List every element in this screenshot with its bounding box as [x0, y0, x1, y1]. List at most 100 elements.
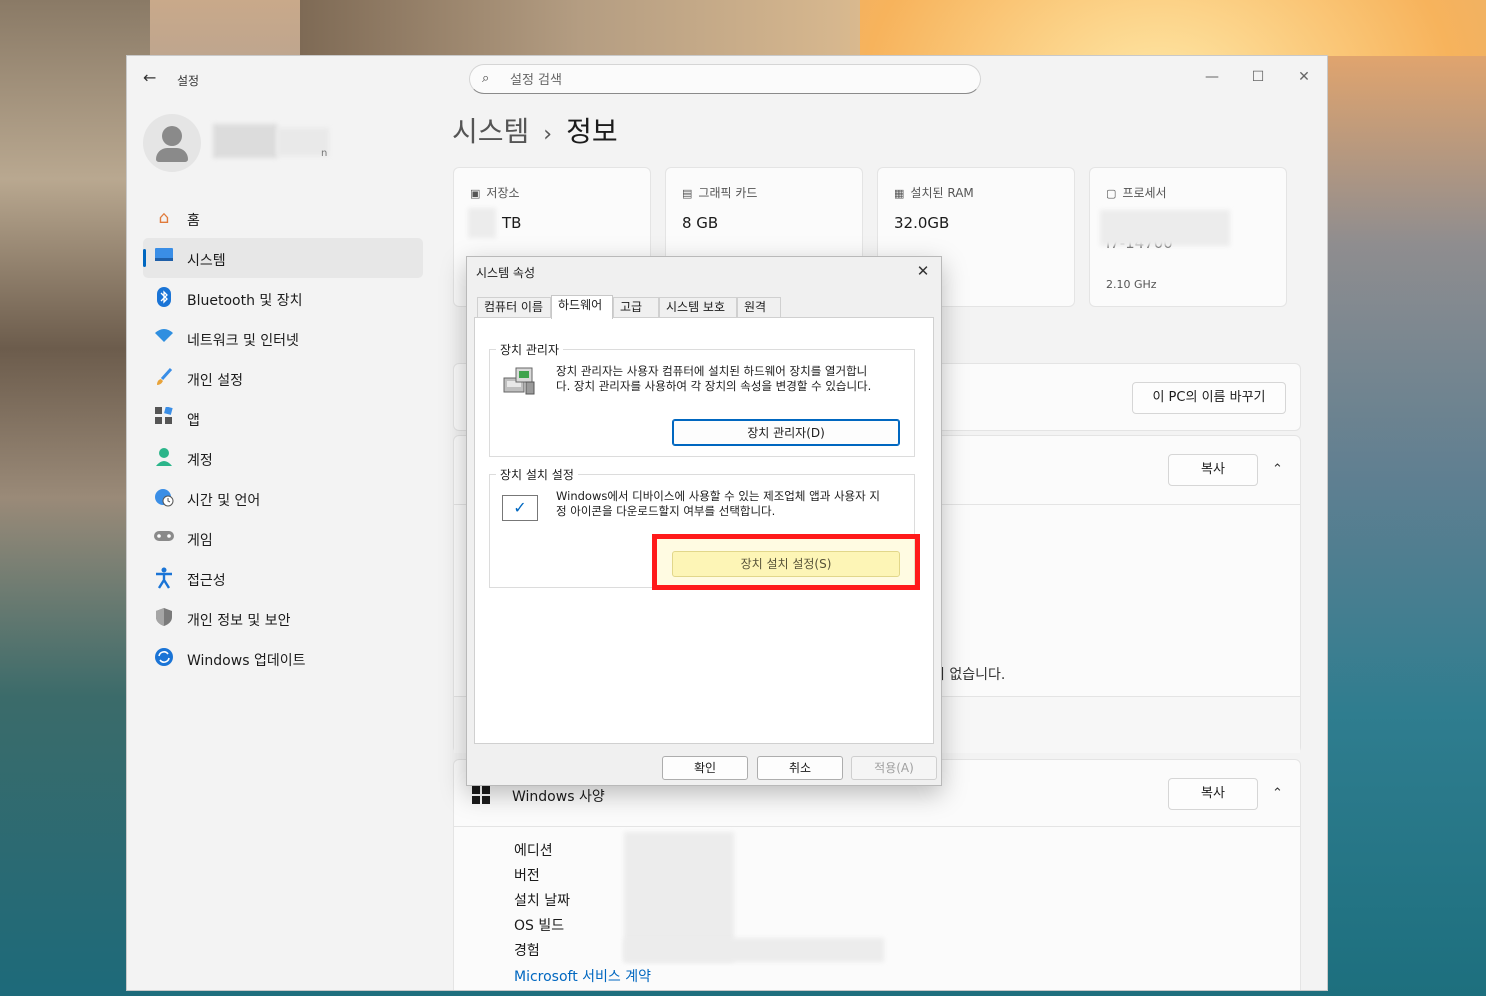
app-title: 설정: [177, 74, 200, 88]
wallpaper-rocks: [300, 0, 860, 56]
sidebar-item-label: 앱: [187, 413, 200, 429]
cpu-icon: ▢: [1106, 187, 1117, 200]
group-title: 장치 관리자: [496, 341, 564, 358]
breadcrumb-separator: ›: [543, 122, 553, 147]
sidebar-item-apps[interactable]: 앱: [143, 398, 423, 438]
gpu-icon: ▤: [682, 187, 693, 200]
storage-icon: ▣: [470, 187, 481, 200]
tab-computer-name[interactable]: 컴퓨터 이름: [477, 297, 551, 317]
search-icon: ⌕: [482, 71, 490, 86]
search-input[interactable]: [508, 69, 952, 91]
chevron-up-icon[interactable]: ⌃: [1272, 786, 1283, 801]
sidebar-item-windows-update[interactable]: Windows 업데이트: [143, 638, 423, 678]
accessibility-icon: [153, 567, 175, 589]
close-window-button[interactable]: ✕: [1281, 62, 1327, 92]
group-title: 장치 설치 설정: [496, 466, 578, 483]
sidebar-item-accounts[interactable]: 계정: [143, 438, 423, 478]
brush-icon: [153, 367, 175, 389]
maximize-button[interactable]: ☐: [1235, 62, 1281, 92]
copy-button[interactable]: 복사: [1168, 454, 1258, 486]
tab-advanced[interactable]: 고급: [613, 297, 659, 317]
apply-button[interactable]: 적용(A): [851, 756, 937, 780]
profile-name-suffix: n: [321, 148, 328, 159]
sidebar-item-label: Bluetooth 및 장치: [187, 293, 303, 309]
sidebar-item-network[interactable]: 네트워크 및 인터넷: [143, 318, 423, 358]
sidebar-item-label: 네트워크 및 인터넷: [187, 333, 299, 349]
sidebar-item-label: 시간 및 언어: [187, 493, 261, 509]
shield-icon: [153, 607, 175, 629]
card-label: 설치된 RAM: [910, 186, 974, 200]
card-label: 프로세서: [1122, 186, 1167, 200]
redacted-username: [213, 124, 277, 158]
globe-clock-icon: [153, 487, 175, 509]
person-icon: [162, 126, 182, 146]
ram-icon: ▦: [894, 187, 905, 200]
dialog-close-button[interactable]: ✕: [909, 259, 937, 283]
tab-system-protection[interactable]: 시스템 보호: [659, 297, 737, 317]
sidebar-item-bluetooth[interactable]: Bluetooth 및 장치: [143, 278, 423, 318]
copy-windows-spec-button[interactable]: 복사: [1168, 778, 1258, 810]
sidebar-item-label: 홈: [187, 213, 200, 229]
breadcrumb-parent[interactable]: 시스템: [452, 115, 529, 148]
sidebar-item-label: 개인 정보 및 보안: [187, 613, 291, 629]
highlight-annotation: [652, 534, 920, 590]
cancel-button[interactable]: 취소: [757, 756, 843, 780]
device-manager-group: 장치 관리자 장치 관리자는 사용자 컴퓨터에 설치된 하드웨어 장치를 열거합…: [489, 341, 915, 457]
tab-remote[interactable]: 원격: [737, 297, 781, 317]
home-icon: ⌂: [158, 208, 170, 228]
sidebar-item-accessibility[interactable]: 접근성: [143, 558, 423, 598]
bluetooth-icon: [153, 287, 175, 309]
tab-hardware[interactable]: 하드웨어: [551, 295, 613, 319]
pen-touch-text: 이 없습니다.: [932, 667, 1006, 683]
windows-logo-icon: [472, 786, 490, 808]
rename-pc-button[interactable]: 이 PC의 이름 바꾸기: [1132, 382, 1286, 414]
spec-edition-label: 에디션: [514, 843, 553, 859]
spec-experience-label: 경험: [514, 943, 540, 959]
device-manager-icon: [502, 366, 536, 396]
sidebar-item-label: 시스템: [187, 253, 226, 269]
card-label: 그래픽 카드: [698, 186, 758, 200]
card-value: 8 GB: [682, 214, 719, 232]
sidebar-item-label: 계정: [187, 453, 213, 469]
sidebar-item-home[interactable]: ⌂ 홈: [143, 198, 423, 238]
spec-install-date-label: 설치 날짜: [514, 893, 570, 909]
system-properties-dialog: 시스템 속성 ✕ 컴퓨터 이름 하드웨어 고급 시스템 보호 원격 장치 관리자…: [466, 256, 942, 786]
sidebar-item-time-language[interactable]: 시간 및 언어: [143, 478, 423, 518]
chevron-up-icon[interactable]: ⌃: [1272, 462, 1283, 477]
update-icon: [153, 647, 175, 669]
windows-spec-section: Windows 사양 복사 ⌃ 에디션 버전 설치 날짜 OS 빌드 경험 Mi…: [453, 759, 1301, 990]
user-profile[interactable]: n: [143, 114, 423, 174]
title-bar: ← 설정 ⌕ — ☐ ✕: [127, 56, 1327, 100]
breadcrumb-current: 정보: [566, 115, 618, 148]
redacted-value: [624, 938, 884, 962]
avatar: [143, 114, 201, 172]
ms-service-agreement-link[interactable]: Microsoft 서비스 계약: [514, 966, 651, 986]
dialog-title: 시스템 속성: [476, 266, 536, 280]
ok-button[interactable]: 확인: [662, 756, 748, 780]
redacted-value: [468, 208, 496, 238]
wallpaper-sea: [1326, 56, 1486, 996]
apps-icon: [153, 406, 175, 429]
sidebar-item-label: 개인 설정: [187, 373, 243, 389]
sidebar-item-privacy[interactable]: 개인 정보 및 보안: [143, 598, 423, 638]
sidebar-item-system[interactable]: 시스템: [143, 238, 423, 278]
sidebar-item-gaming[interactable]: 게임: [143, 518, 423, 558]
processor-card[interactable]: ▢프로세서 i7-14700 2.10 GHz: [1089, 167, 1287, 307]
device-manager-button[interactable]: 장치 관리자(D): [672, 419, 900, 446]
minimize-button[interactable]: —: [1189, 62, 1235, 92]
account-icon: [153, 447, 175, 469]
sidebar-item-label: Windows 업데이트: [187, 653, 306, 669]
sidebar-item-label: 게임: [187, 533, 213, 549]
windows-spec-title: Windows 사양: [512, 789, 605, 805]
system-icon: [153, 247, 175, 269]
wifi-icon: [153, 327, 175, 349]
spec-version-label: 버전: [514, 868, 540, 884]
card-label: 저장소: [486, 186, 520, 200]
back-arrow-icon[interactable]: ←: [143, 68, 156, 87]
search-box[interactable]: ⌕: [469, 64, 981, 94]
hardware-tab-panel: 장치 관리자 장치 관리자는 사용자 컴퓨터에 설치된 하드웨어 장치를 열거합…: [474, 317, 934, 744]
redacted-value: [1100, 210, 1230, 246]
device-install-description: Windows에서 디바이스에 사용할 수 있는 제조업체 앱과 사용자 지정 …: [556, 489, 880, 518]
spec-os-build-label: OS 빌드: [514, 918, 565, 934]
sidebar-item-personalization[interactable]: 개인 설정: [143, 358, 423, 398]
